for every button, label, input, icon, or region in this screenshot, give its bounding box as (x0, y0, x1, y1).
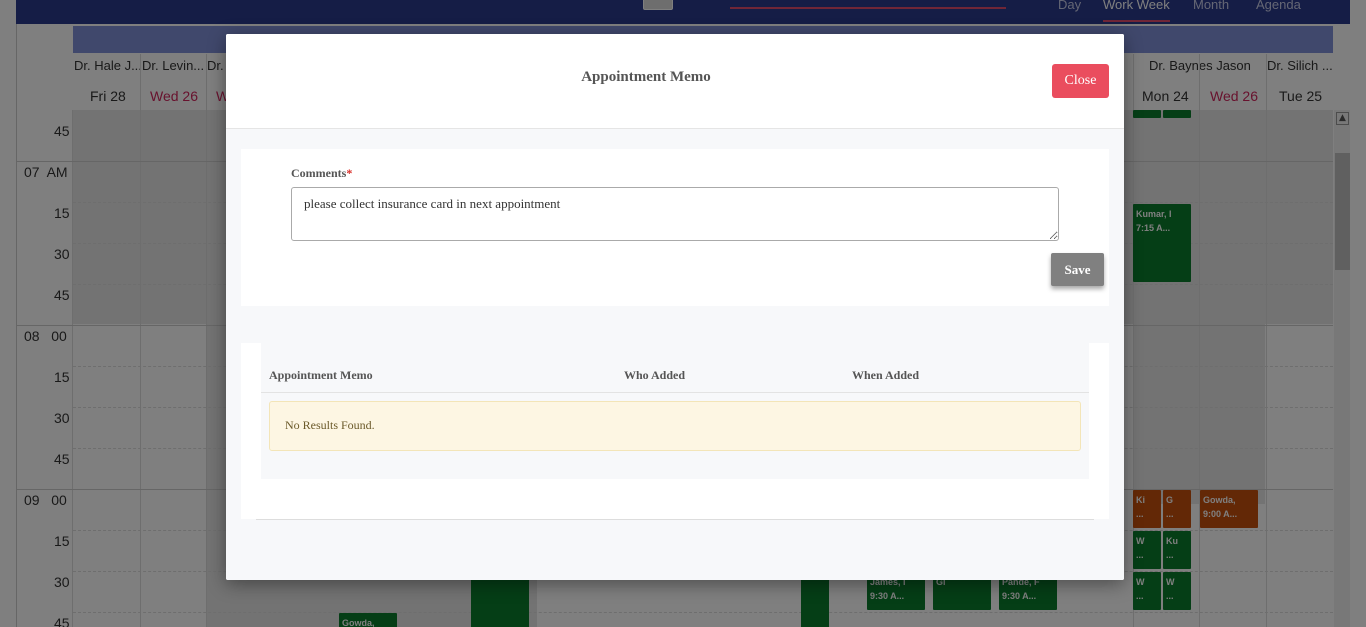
comments-textarea[interactable] (291, 187, 1059, 241)
close-button[interactable]: Close (1052, 64, 1109, 98)
dialog-body: Comments* Save Appointment Memo Who Adde… (226, 129, 1124, 580)
required-marker: * (346, 166, 353, 180)
memo-table-card: Appointment Memo Who Added When Added No… (241, 343, 1109, 520)
memo-form: Comments* Save (241, 149, 1109, 306)
comments-label: Comments* (291, 166, 353, 180)
column-header-when-added[interactable]: When Added (852, 368, 919, 383)
column-header-who-added[interactable]: Who Added (624, 368, 685, 383)
table-divider (256, 519, 1094, 520)
memo-table: Appointment Memo Who Added When Added No… (261, 343, 1089, 479)
save-button[interactable]: Save (1051, 253, 1104, 286)
column-header-appointment-memo[interactable]: Appointment Memo (269, 368, 373, 383)
appointment-memo-dialog: Appointment Memo Close Comments* Save Ap… (226, 34, 1124, 580)
dialog-header: Appointment Memo Close (226, 34, 1124, 129)
header-divider (261, 392, 1089, 393)
no-results-message: No Results Found. (269, 401, 1081, 451)
dialog-title: Appointment Memo (581, 69, 711, 85)
